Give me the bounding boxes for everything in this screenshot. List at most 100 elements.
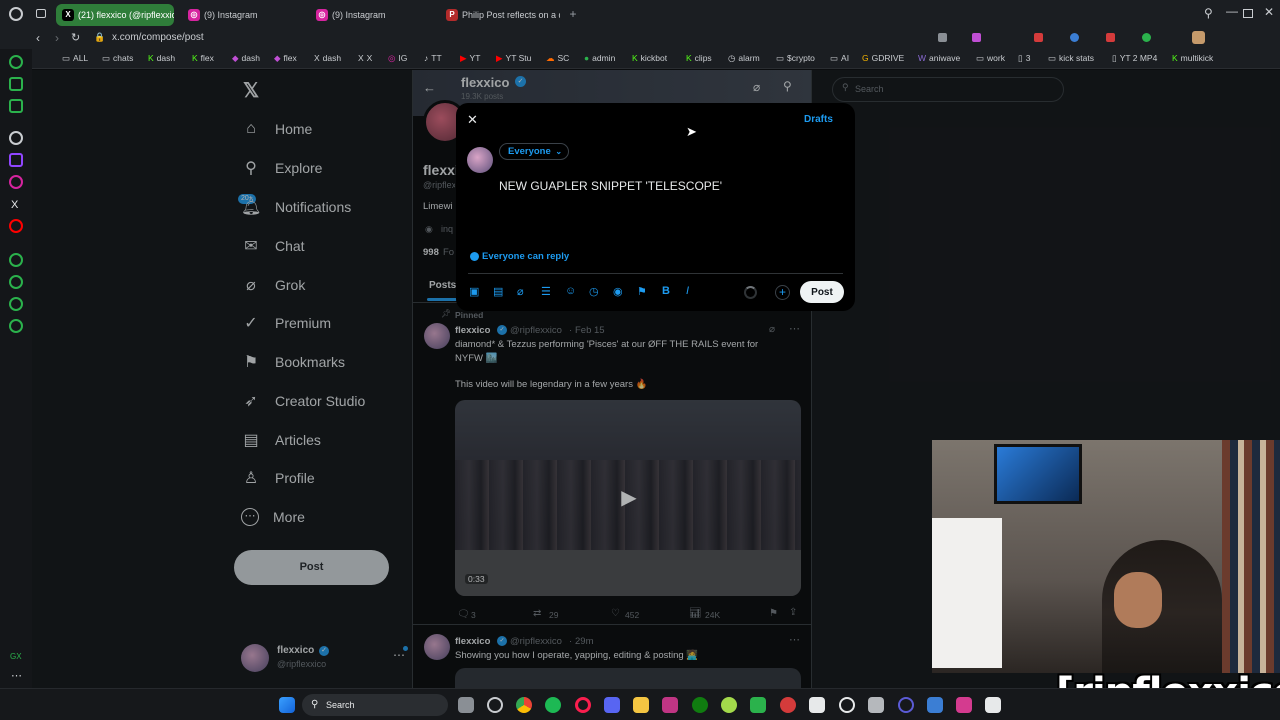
app-icon[interactable]	[750, 697, 766, 713]
app-icon[interactable]	[780, 697, 796, 713]
close-window-icon[interactable]: ✕	[1264, 5, 1274, 19]
bookmark-item[interactable]: Xdash	[314, 53, 341, 63]
instagram-icon[interactable]	[662, 697, 678, 713]
drafts-button[interactable]: Drafts	[804, 114, 833, 125]
x-icon[interactable]: X	[11, 199, 18, 211]
forward-icon[interactable]: ›	[55, 31, 59, 45]
bookmark-item[interactable]: ☁ SC	[546, 53, 569, 64]
bookmark-item[interactable]: Kclips	[686, 53, 712, 63]
url-input[interactable]: x.com/compose/post	[112, 32, 204, 43]
emoji-icon[interactable]: ☺	[565, 285, 576, 297]
reply-setting-button[interactable]: Everyone can reply	[482, 251, 569, 262]
gif-icon[interactable]: ▤	[493, 285, 503, 298]
app-icon[interactable]	[927, 697, 943, 713]
settings-icon[interactable]	[487, 697, 503, 713]
extensions-icon[interactable]	[9, 297, 23, 311]
capcut-icon[interactable]	[809, 697, 825, 713]
capcut-icon[interactable]	[985, 697, 1001, 713]
schedule-icon[interactable]: ◷	[589, 285, 599, 298]
windows-start-icon[interactable]	[279, 697, 295, 713]
tab-instagram-2[interactable]: ◎ (9) Instagram	[310, 4, 434, 26]
grok-icon[interactable]: ⌀	[517, 285, 524, 298]
new-tab-button[interactable]: +	[567, 7, 579, 21]
extension-icon[interactable]	[1034, 33, 1043, 42]
opera-gx-icon[interactable]	[575, 697, 591, 713]
app-icon[interactable]	[868, 697, 884, 713]
extension-icon[interactable]	[972, 33, 981, 42]
bookmark-item[interactable]: ◆ flex	[274, 53, 297, 64]
sidebar-icon[interactable]	[9, 99, 23, 113]
bookmark-item[interactable]: ▭ ALL	[62, 53, 88, 64]
app-icon[interactable]	[721, 697, 737, 713]
bookmark-item[interactable]: Kkickbot	[632, 53, 667, 63]
audience-selector[interactable]: Everyone ⌄	[499, 143, 569, 160]
bookmark-item[interactable]: Kflex	[192, 53, 214, 63]
chatgpt-icon[interactable]	[839, 697, 855, 713]
bookmark-item[interactable]: ▭ AI	[830, 53, 849, 64]
bookmark-item[interactable]: ♪ TT	[424, 53, 442, 63]
location-icon[interactable]: ◉	[613, 285, 623, 298]
bookmark-item[interactable]: ▭ chats	[102, 53, 133, 64]
tab-overview-icon[interactable]	[36, 9, 46, 18]
extension-icon[interactable]	[1142, 33, 1151, 42]
bookmark-item[interactable]: ▶ YT Stu	[496, 53, 531, 64]
back-icon[interactable]: ‹	[36, 31, 40, 45]
italic-icon[interactable]: I	[686, 285, 689, 297]
file-explorer-icon[interactable]	[633, 697, 649, 713]
bookmark-item[interactable]: ▭ $crypto	[776, 53, 815, 64]
profile-avatar-icon[interactable]	[1192, 31, 1205, 44]
bookmark-item[interactable]: ▯ YT 2 MP4	[1112, 53, 1157, 64]
post-text-area[interactable]: NEW GUAPLER SNIPPET 'TELESCOPE'	[499, 179, 839, 229]
task-view-icon[interactable]	[458, 697, 474, 713]
chatgpt-icon[interactable]	[9, 131, 23, 145]
tab-x[interactable]: X (21) flexxico (@ripflexxico	[56, 4, 174, 26]
more-icon[interactable]: ⋯	[11, 669, 22, 682]
flag-icon[interactable]: ⚑	[637, 285, 647, 298]
add-post-icon[interactable]: +	[775, 285, 790, 300]
bookmark-item[interactable]: Kmultikick	[1172, 53, 1213, 63]
sidebar-icon[interactable]	[9, 77, 23, 91]
bookmark-item[interactable]: ◷ alarm	[728, 53, 760, 64]
history-icon[interactable]	[9, 275, 23, 289]
extension-icon[interactable]	[1070, 33, 1079, 42]
opera-icon[interactable]	[898, 697, 914, 713]
bookmark-item[interactable]: ▭ kick stats	[1048, 53, 1094, 64]
bookmark-item[interactable]: ▯ 3	[1018, 53, 1030, 64]
twitch-icon[interactable]	[9, 153, 23, 167]
taskbar-search[interactable]: ⚲ Search	[302, 694, 448, 716]
tab-instagram-1[interactable]: ◎ (9) Instagram	[182, 4, 306, 26]
player-icon[interactable]	[9, 253, 23, 267]
bookmark-item[interactable]: ▶ YT	[460, 53, 480, 64]
discord-icon[interactable]	[604, 697, 620, 713]
extension-icon[interactable]	[938, 33, 947, 42]
settings-icon[interactable]	[9, 319, 23, 333]
bookmark-item[interactable]: Waniwave	[918, 53, 960, 63]
bookmark-item[interactable]: ● admin	[584, 53, 615, 63]
reload-icon[interactable]: ↻	[71, 31, 80, 44]
bookmark-item[interactable]: ◆ dash	[232, 53, 260, 64]
lock-icon[interactable]: 🔒	[94, 32, 105, 43]
youtube-icon[interactable]	[9, 219, 23, 233]
close-icon[interactable]: ✕	[467, 112, 478, 128]
search-tabs-icon[interactable]: ⚲	[1204, 6, 1213, 20]
bookmark-item[interactable]: ▭ work	[976, 53, 1005, 64]
poll-icon[interactable]: ☰	[541, 285, 551, 298]
sidebar-icon[interactable]	[9, 55, 23, 69]
minimize-icon[interactable]: —	[1226, 4, 1238, 18]
bookmark-item[interactable]: Kdash	[148, 53, 175, 63]
bold-icon[interactable]: B	[662, 285, 670, 297]
chrome-icon[interactable]	[516, 697, 532, 713]
maximize-icon[interactable]	[1243, 9, 1253, 18]
sidebar-icon[interactable]: GX	[10, 652, 22, 661]
image-icon[interactable]: ▣	[469, 285, 479, 298]
app-icon[interactable]	[956, 697, 972, 713]
bookmark-item[interactable]: XX	[358, 53, 372, 63]
spotify-icon[interactable]	[545, 697, 561, 713]
tab-article[interactable]: P Philip Post reflects on a de	[440, 4, 560, 26]
instagram-icon[interactable]	[9, 175, 23, 189]
opera-logo-icon[interactable]	[9, 7, 23, 21]
bookmark-item[interactable]: G GDRIVE	[862, 53, 904, 63]
bookmark-item[interactable]: ◎ IG	[388, 53, 407, 64]
xbox-icon[interactable]	[692, 697, 708, 713]
extension-icon[interactable]	[1106, 33, 1115, 42]
